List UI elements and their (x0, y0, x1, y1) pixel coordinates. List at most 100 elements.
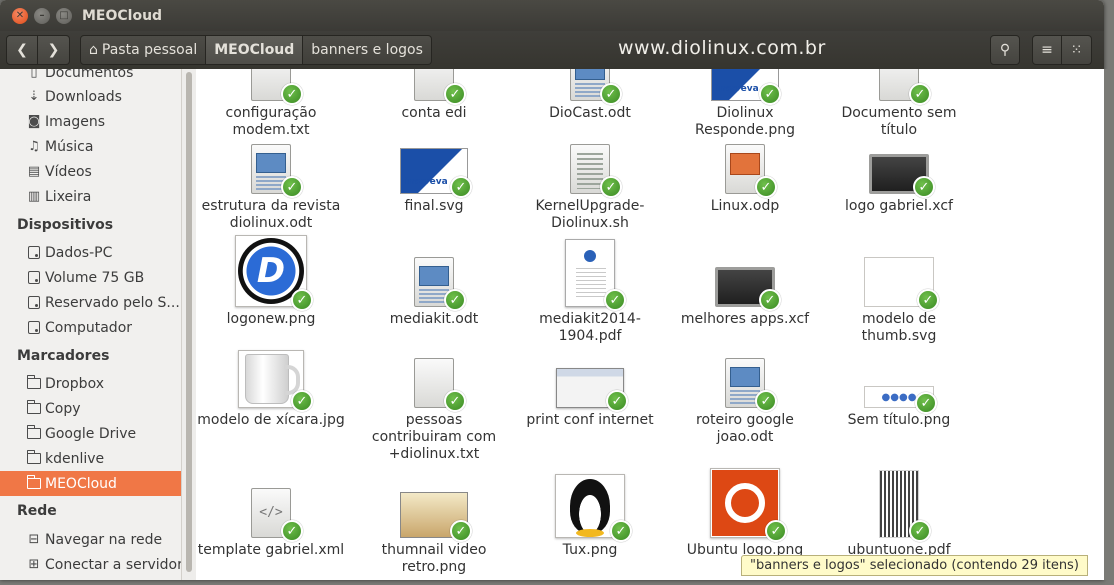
file-item[interactable]: </> ✓ template gabriel.xml (196, 474, 346, 559)
file-thumbnail: ✓ (863, 235, 939, 311)
document-icon: ▯ (30, 69, 38, 80)
sidebar-header-network: Rede (17, 503, 57, 519)
desktop-edge (1104, 69, 1114, 580)
back-button[interactable]: ❮ (6, 35, 38, 65)
file-name: final.svg (404, 198, 464, 214)
file-item[interactable]: ✓ thumnail video retro.png (359, 474, 509, 576)
sidebar-item-label: Conectar a servidor (45, 556, 182, 573)
file-item[interactable]: D ✓ logonew.png (196, 235, 346, 328)
sync-check-icon: ✓ (909, 520, 931, 542)
file-name: thumnail video retro.png (381, 542, 487, 575)
file-thumbnail: ✓ (863, 470, 935, 542)
file-item[interactable]: ✓ Tux.png (515, 474, 665, 559)
file-item[interactable]: ✓ modelo de xícara.jpg (196, 350, 346, 429)
close-window-button[interactable]: ✕ (12, 7, 28, 24)
sidebar-item-musica[interactable]: ♫ Música (0, 134, 181, 159)
grid-view-button[interactable]: ⁙ (1062, 35, 1092, 65)
sidebar-item-computador[interactable]: Computador (0, 315, 181, 340)
file-item[interactable]: ✓ conta edi (359, 69, 509, 122)
breadcrumb-banners[interactable]: banners e logos (303, 35, 432, 65)
file-thumbnail: ✓ (554, 69, 626, 105)
file-item[interactable]: ✓ DioCast.odt (515, 69, 665, 122)
sidebar-item-dropbox[interactable]: Dropbox (0, 371, 181, 396)
sidebar-item-conectar-servidor[interactable]: ⊞ Conectar a servidor (0, 552, 182, 577)
sidebar-item-videos[interactable]: ▤ Vídeos (0, 159, 181, 184)
file-item[interactable]: ✓ Documento sem título (824, 69, 974, 139)
minimize-window-button[interactable]: – (34, 7, 50, 24)
file-thumbnail: ✓ (398, 235, 470, 311)
file-item[interactable]: ✓ modelo de thumb.svg (824, 235, 974, 345)
file-thumbnail: ✓ (554, 350, 628, 412)
file-item[interactable]: ✓ estrutura da revista diolinux.odt (196, 136, 346, 232)
file-item[interactable]: ✓ configuração modem.txt (196, 69, 346, 139)
toolbar-right-tools: ⚲ ≡ ⁙ (990, 35, 1092, 65)
file-item[interactable]: ✓ logo gabriel.xcf (824, 136, 974, 215)
file-item[interactable]: ✓ pessoas contribuiram com +diolinux.txt (359, 350, 509, 463)
sidebar-header-devices: Dispositivos (17, 217, 114, 233)
sync-check-icon: ✓ (759, 83, 781, 105)
sidebar-item-volume[interactable]: Volume 75 GB (0, 265, 181, 290)
sidebar-item-label: Música (45, 138, 94, 155)
maximize-window-button[interactable]: □ (56, 7, 72, 24)
forward-button[interactable]: ❯ (38, 35, 70, 65)
file-thumbnail: ✓ (235, 350, 313, 412)
sync-check-icon: ✓ (606, 390, 628, 412)
sidebar-item-documentos[interactable]: ▯ Documentos (0, 69, 181, 85)
breadcrumb-meocloud[interactable]: MEOCloud (206, 35, 304, 65)
file-name: melhores apps.xcf (680, 311, 810, 327)
list-view-button[interactable]: ≡ (1032, 35, 1062, 65)
file-name: Linux.odp (710, 198, 780, 214)
folder-icon (26, 449, 41, 465)
file-thumbnail: ✓ (398, 474, 472, 542)
file-name: logo gabriel.xcf (845, 198, 953, 214)
sidebar: ▯ Documentos ⇣ Downloads ◙ Imagens ♫ Música … (0, 69, 182, 580)
sidebar-item-reservado[interactable]: Reservado pelo S... (0, 290, 181, 315)
file-item[interactable]: ✓ Ubuntu logo.png (670, 468, 820, 559)
file-item[interactable]: ✓ melhores apps.xcf (670, 235, 820, 328)
sidebar-item-navegar-rede[interactable]: ⊟ Navegar na rede (0, 527, 181, 552)
sidebar-item-meocloud[interactable]: MEOCloud (0, 471, 181, 496)
sidebar-item-lixeira[interactable]: ▥ Lixeira (0, 184, 181, 209)
folder-icon (26, 424, 41, 440)
file-name: modelo de thumb.svg (861, 311, 937, 344)
sync-check-icon: ✓ (281, 176, 303, 198)
file-name: configuração modem.txt (225, 105, 317, 138)
file-name: mediakit2014-1904.pdf (539, 311, 641, 344)
file-item[interactable]: ✓ mediakit2014-1904.pdf (515, 235, 665, 345)
sidebar-item-imagens[interactable]: ◙ Imagens (0, 109, 181, 134)
file-name: Sem título.png (847, 412, 951, 428)
chevron-left-icon: ❮ (16, 42, 28, 58)
file-item[interactable]: ✓ mediakit.odt (359, 235, 509, 328)
search-icon: ⚲ (999, 42, 1011, 58)
file-item[interactable]: ✓ roteiro google joao.odt (670, 350, 820, 446)
file-name: KernelUpgrade-Diolinux.sh (535, 198, 645, 231)
sync-check-icon: ✓ (444, 289, 466, 311)
file-item[interactable]: ●●●● ✓ Sem título.png (824, 350, 974, 429)
sync-check-icon: ✓ (755, 176, 777, 198)
sync-check-icon: ✓ (610, 520, 632, 542)
file-item[interactable]: ✓ KernelUpgrade-Diolinux.sh (515, 136, 665, 232)
file-name: logonew.png (226, 311, 316, 327)
file-item[interactable]: ✓ Diolinux Responde.png (670, 69, 820, 139)
sidebar-item-label: Reservado pelo S... (45, 294, 180, 311)
sidebar-item-downloads[interactable]: ⇣ Downloads (0, 84, 181, 109)
file-name: Tux.png (562, 542, 618, 558)
sidebar-item-dados-pc[interactable]: Dados-PC (0, 240, 181, 265)
sidebar-item-kdenlive[interactable]: kdenlive (0, 446, 181, 471)
breadcrumb: ⌂ Pasta pessoal MEOCloud banners e logos (80, 35, 432, 65)
file-item[interactable]: ✓ Linux.odp (670, 136, 820, 215)
sidebar-scrollbar-thumb[interactable] (186, 72, 192, 572)
breadcrumb-home[interactable]: ⌂ Pasta pessoal (80, 35, 207, 65)
sync-check-icon: ✓ (909, 83, 931, 105)
file-manager-window: ✕ – □ MEOCloud ❮ ❯ ⌂ Pasta pessoal MEOCl… (0, 0, 1104, 580)
sidebar-item-label: Vídeos (45, 163, 92, 180)
sidebar-item-label: Volume 75 GB (45, 269, 145, 286)
download-icon: ⇣ (28, 88, 40, 104)
file-thumbnail: ✓ (235, 69, 307, 105)
sidebar-item-google-drive[interactable]: Google Drive (0, 421, 181, 446)
file-item[interactable]: ✓ ubuntuone.pdf (824, 470, 974, 559)
sidebar-item-copy[interactable]: Copy (0, 396, 181, 421)
file-item[interactable]: ✓ print conf internet (515, 350, 665, 429)
file-item[interactable]: ✓ final.svg (359, 136, 509, 215)
search-button[interactable]: ⚲ (990, 35, 1020, 65)
